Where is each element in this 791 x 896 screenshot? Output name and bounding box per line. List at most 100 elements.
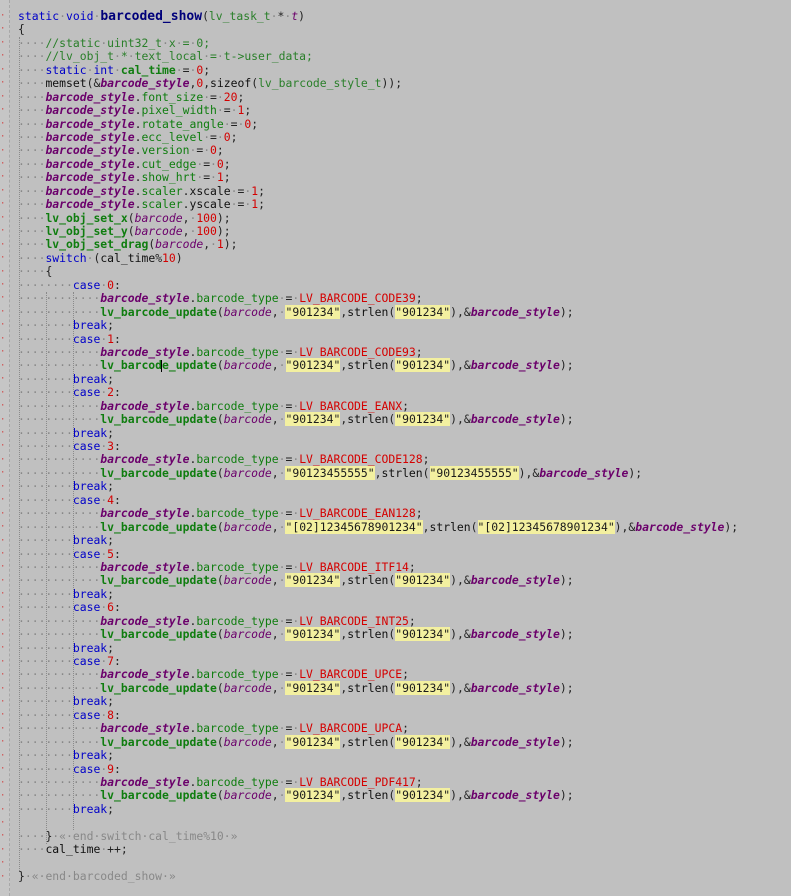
code-line[interactable]: ····barcode_style.font_size·=·20;: [18, 90, 791, 104]
code-token: barcode: [223, 304, 272, 319]
code-line[interactable]: ············lv_barcode_update(barcode,·"…: [18, 680, 791, 695]
code-line[interactable]: ····barcode_style.pixel_width·=·1;: [18, 103, 791, 117]
code-line[interactable]: ············lv_barcode_update(barcode,·"…: [18, 358, 791, 373]
code-token: barcode_style: [100, 613, 190, 628]
code-line[interactable]: ············barcode_style.barcode_type·=…: [18, 345, 791, 359]
code-line[interactable]: ········break;: [18, 372, 791, 386]
code-token: LV_BARCODE_UPCA: [299, 721, 403, 736]
code-line[interactable]: ············lv_barcode_update(barcode,·"…: [18, 412, 791, 427]
code-line[interactable]: ········case·4:: [18, 492, 791, 507]
code-token: barcode_style: [470, 573, 560, 588]
code-line[interactable]: ············barcode_style.barcode_type·=…: [18, 506, 791, 520]
space-marker: ·: [162, 869, 169, 883]
code-line[interactable]: ········break;: [18, 318, 791, 332]
code-line[interactable]: ········case·2:: [18, 386, 791, 399]
code-editor[interactable]: static·void·barcoded_show(lv_task_t·*·t)…: [18, 9, 791, 883]
code-line[interactable]: ········break;: [18, 425, 791, 440]
code-line[interactable]: ············lv_barcode_update(barcode,·"…: [18, 627, 791, 642]
code-line[interactable]: ············barcode_style.barcode_type·=…: [18, 399, 791, 413]
code-token: barcode_style: [470, 734, 560, 749]
code-line[interactable]: ············lv_barcode_update(barcode,·"…: [18, 788, 791, 803]
code-token: barcode_style: [100, 721, 190, 736]
code-token: ,: [271, 680, 279, 695]
code-line[interactable]: ············barcode_style.barcode_type·=…: [18, 721, 791, 736]
code-line[interactable]: ····{: [18, 265, 791, 278]
code-line[interactable]: static·void·barcoded_show(lv_task_t·*·t): [18, 9, 791, 23]
gutter-marker: ·: [0, 522, 6, 533]
code-line[interactable]: ········break;: [18, 641, 791, 655]
code-line[interactable]: ········case·8:: [18, 708, 791, 722]
code-line[interactable]: ········break;: [18, 533, 791, 548]
code-line[interactable]: ····//static·uint32_t·x·=·0;: [18, 35, 791, 50]
code-token: barcoded_show: [72, 869, 163, 883]
code-line[interactable]: ····lv_obj_set_y(barcode,·100);: [18, 224, 791, 238]
code-line[interactable]: ········break;: [18, 480, 791, 493]
code-line[interactable]: ········break;: [18, 802, 791, 816]
code-line[interactable]: ····barcode_style.ecc_level·=·0;: [18, 130, 791, 144]
code-line[interactable]: ····barcode_style.cut_edge·=·0;: [18, 156, 791, 171]
code-token: yscale: [189, 197, 231, 212]
code-token: "901234": [285, 627, 341, 642]
code-token: barcode_type: [196, 452, 279, 467]
code-line[interactable]: ····switch·(cal_time%10): [18, 251, 791, 265]
code-line[interactable]: ····lv_obj_set_x(barcode,·100);: [18, 211, 791, 225]
code-line[interactable]: ············lv_barcode_update(barcode,·"…: [18, 734, 791, 749]
code-line[interactable]: ············barcode_style.barcode_type·=…: [18, 560, 791, 574]
code-line[interactable]: ········break;: [18, 695, 791, 708]
code-line[interactable]: [18, 857, 791, 870]
code-line[interactable]: ····barcode_style.show_hrt·=·1;: [18, 171, 791, 184]
code-line[interactable]: ····barcode_style.scaler.xscale·=·1;: [18, 183, 791, 198]
code-line[interactable]: ············barcode_style.barcode_type·=…: [18, 775, 791, 789]
code-line[interactable]: ········case·6:: [18, 601, 791, 614]
code-line[interactable]: ············barcode_style.barcode_type·=…: [18, 291, 791, 305]
code-token: case: [72, 331, 101, 346]
code-line[interactable]: ········case·1:: [18, 331, 791, 346]
code-line[interactable]: ········case·5:: [18, 547, 791, 561]
code-token: ,: [271, 358, 279, 373]
code-token: ;: [258, 183, 265, 198]
code-line[interactable]: ············barcode_style.barcode_type·=…: [18, 453, 791, 466]
gutter-marker: ·: [0, 226, 6, 237]
code-token: barcode_style: [470, 627, 560, 642]
code-token: ;: [107, 425, 115, 440]
code-line[interactable]: ············barcode_style.barcode_type·=…: [18, 613, 791, 628]
code-token: :: [114, 761, 121, 776]
code-line[interactable]: ········case·7:: [18, 654, 791, 668]
code-line[interactable]: }·«·end·barcoded_show·»: [18, 869, 791, 883]
code-line[interactable]: ····barcode_style.version·=·0;: [18, 144, 791, 157]
code-line[interactable]: ········case·9:: [18, 761, 791, 776]
code-line[interactable]: ········break;: [18, 587, 791, 601]
code-token: case: [72, 492, 101, 507]
code-line[interactable]: ····//lv_obj_t·*·text_local·=·t->user_da…: [18, 50, 791, 63]
code-token: barcode: [155, 237, 204, 252]
code-token: barcode: [223, 680, 272, 695]
code-line[interactable]: ····memset(&barcode_style,0,sizeof(lv_ba…: [18, 76, 791, 90]
code-line[interactable]: ············lv_barcode_update(barcode,·"…: [18, 519, 791, 534]
code-line[interactable]: ············lv_barcode_update(barcode,·"…: [18, 465, 791, 480]
code-line[interactable]: ····barcode_style.scaler.yscale·=·1;: [18, 197, 791, 212]
code-line[interactable]: ········case·0:: [18, 278, 791, 292]
code-line[interactable]: ············lv_barcode_update(barcode,·"…: [18, 304, 791, 319]
code-line[interactable]: ············lv_barcode_update(barcode,·"…: [18, 573, 791, 588]
code-line[interactable]: ········case·3:: [18, 439, 791, 453]
code-token: break: [72, 533, 108, 548]
code-token: x: [168, 35, 176, 50]
code-token: ,: [271, 519, 279, 534]
code-line[interactable]: ············barcode_style.barcode_type·=…: [18, 668, 791, 681]
code-line[interactable]: ····barcode_style.rotate_angle·=·0;: [18, 117, 791, 131]
code-line[interactable]: ····}·«·end·switch·cal_time%10·»: [18, 829, 791, 843]
code-line[interactable]: ····cal_time·++;: [18, 842, 791, 856]
indent-whitespace: ············: [18, 613, 101, 628]
gutter-marker: ·: [0, 454, 6, 465]
code-line[interactable]: {: [18, 23, 791, 36]
gutter-marker: ·: [0, 777, 6, 788]
gutter-marker: ·: [0, 683, 6, 694]
code-line[interactable]: ····lv_obj_set_drag(barcode,·1);: [18, 238, 791, 251]
code-line[interactable]: ········break;: [18, 748, 791, 762]
code-token: 0: [216, 156, 224, 171]
code-line[interactable]: [18, 816, 791, 829]
code-token: 3: [107, 439, 115, 453]
indent-whitespace: ············: [18, 627, 101, 642]
code-line[interactable]: ····static·int·cal_time·=·0;: [18, 63, 791, 77]
gutter-marker: ·: [0, 549, 6, 559]
